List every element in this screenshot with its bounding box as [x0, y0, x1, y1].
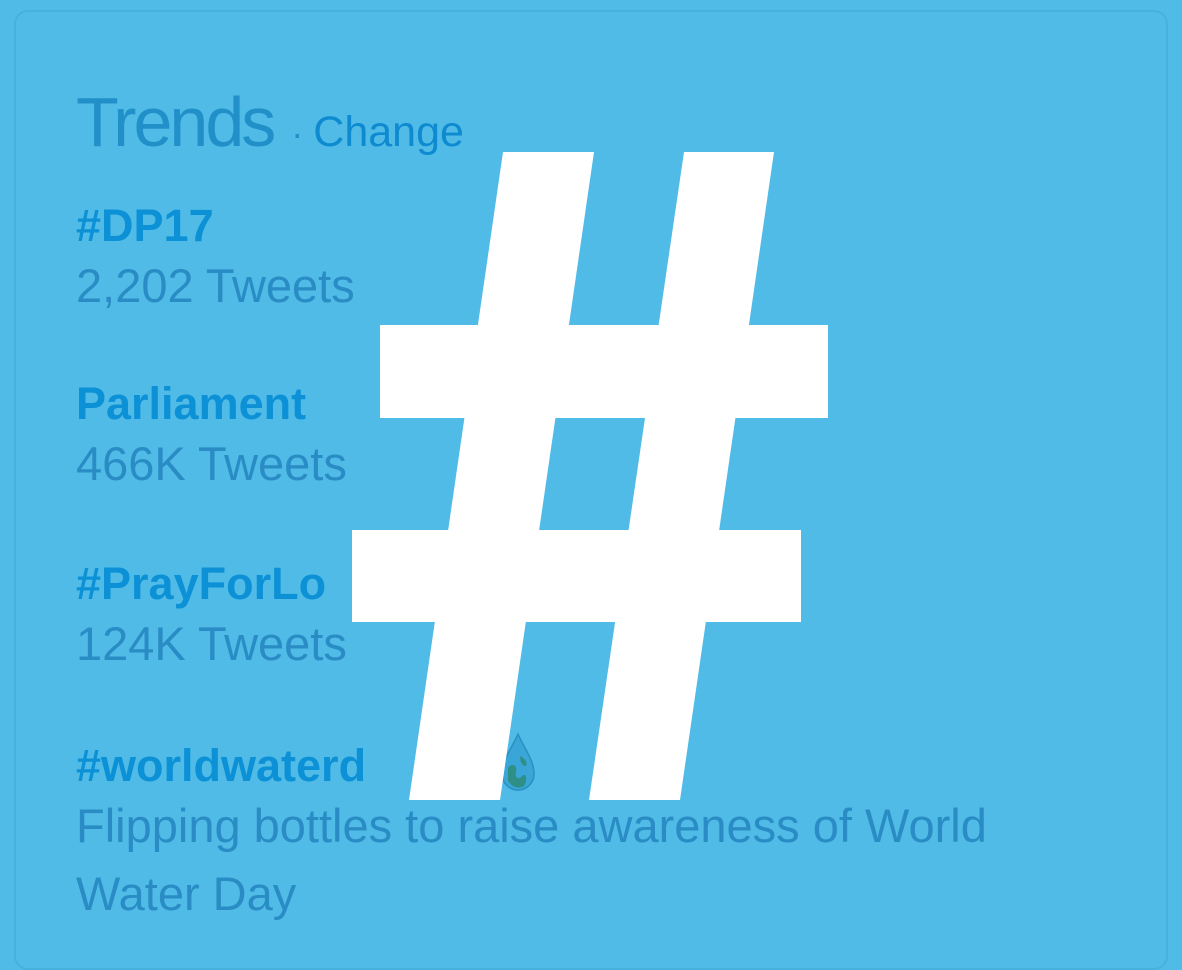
trend-item[interactable]: Parliament 466K Tweets: [76, 378, 347, 498]
trend-name[interactable]: #PrayForLo: [76, 558, 347, 610]
trend-item[interactable]: #DP17 2,202 Tweets: [76, 200, 355, 320]
trend-tweet-count: 466K Tweets: [76, 437, 347, 490]
header-separator: ·: [291, 113, 304, 154]
trend-name[interactable]: Parliament: [76, 378, 347, 430]
trend-tweet-count: 2,202 Tweets: [76, 259, 355, 312]
change-link[interactable]: Change: [313, 108, 464, 156]
trend-tweet-count: 124K Tweets: [76, 617, 347, 670]
trend-item[interactable]: #PrayForLo 124K Tweets: [76, 558, 347, 678]
trend-description: Flipping bottles to raise awareness of W…: [76, 799, 987, 920]
trend-name[interactable]: #DP17: [76, 200, 355, 252]
trends-title: Trends: [76, 83, 276, 161]
hashtag-icon: [352, 152, 828, 800]
